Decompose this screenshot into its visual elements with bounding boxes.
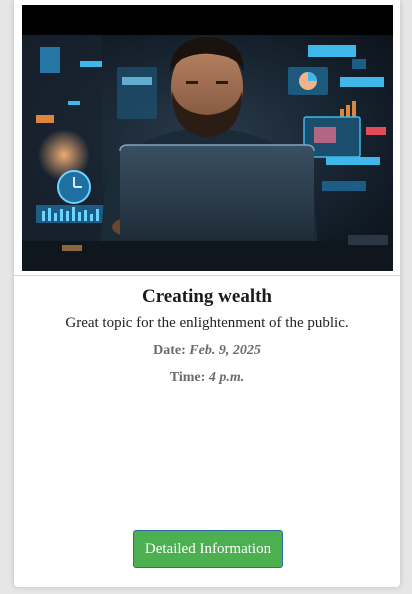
event-description: Great topic for the enlightenment of the… (65, 315, 349, 331)
time-label: Time: (169, 370, 206, 385)
event-image (22, 5, 393, 271)
date-value: Feb. 9, 2025 (189, 343, 261, 358)
event-image-frame (14, 0, 400, 276)
detailed-information-button[interactable]: Detailed Information (133, 530, 283, 568)
event-time: Time: 4 p.m. (14, 370, 400, 386)
event-date: Date: Feb. 9, 2025 (14, 343, 400, 359)
event-card: Creating wealth Great topic for the enli… (14, 0, 400, 587)
time-value: 4 p.m. (208, 370, 245, 385)
date-label: Date: (153, 343, 186, 358)
event-title: Creating wealth (142, 286, 272, 307)
